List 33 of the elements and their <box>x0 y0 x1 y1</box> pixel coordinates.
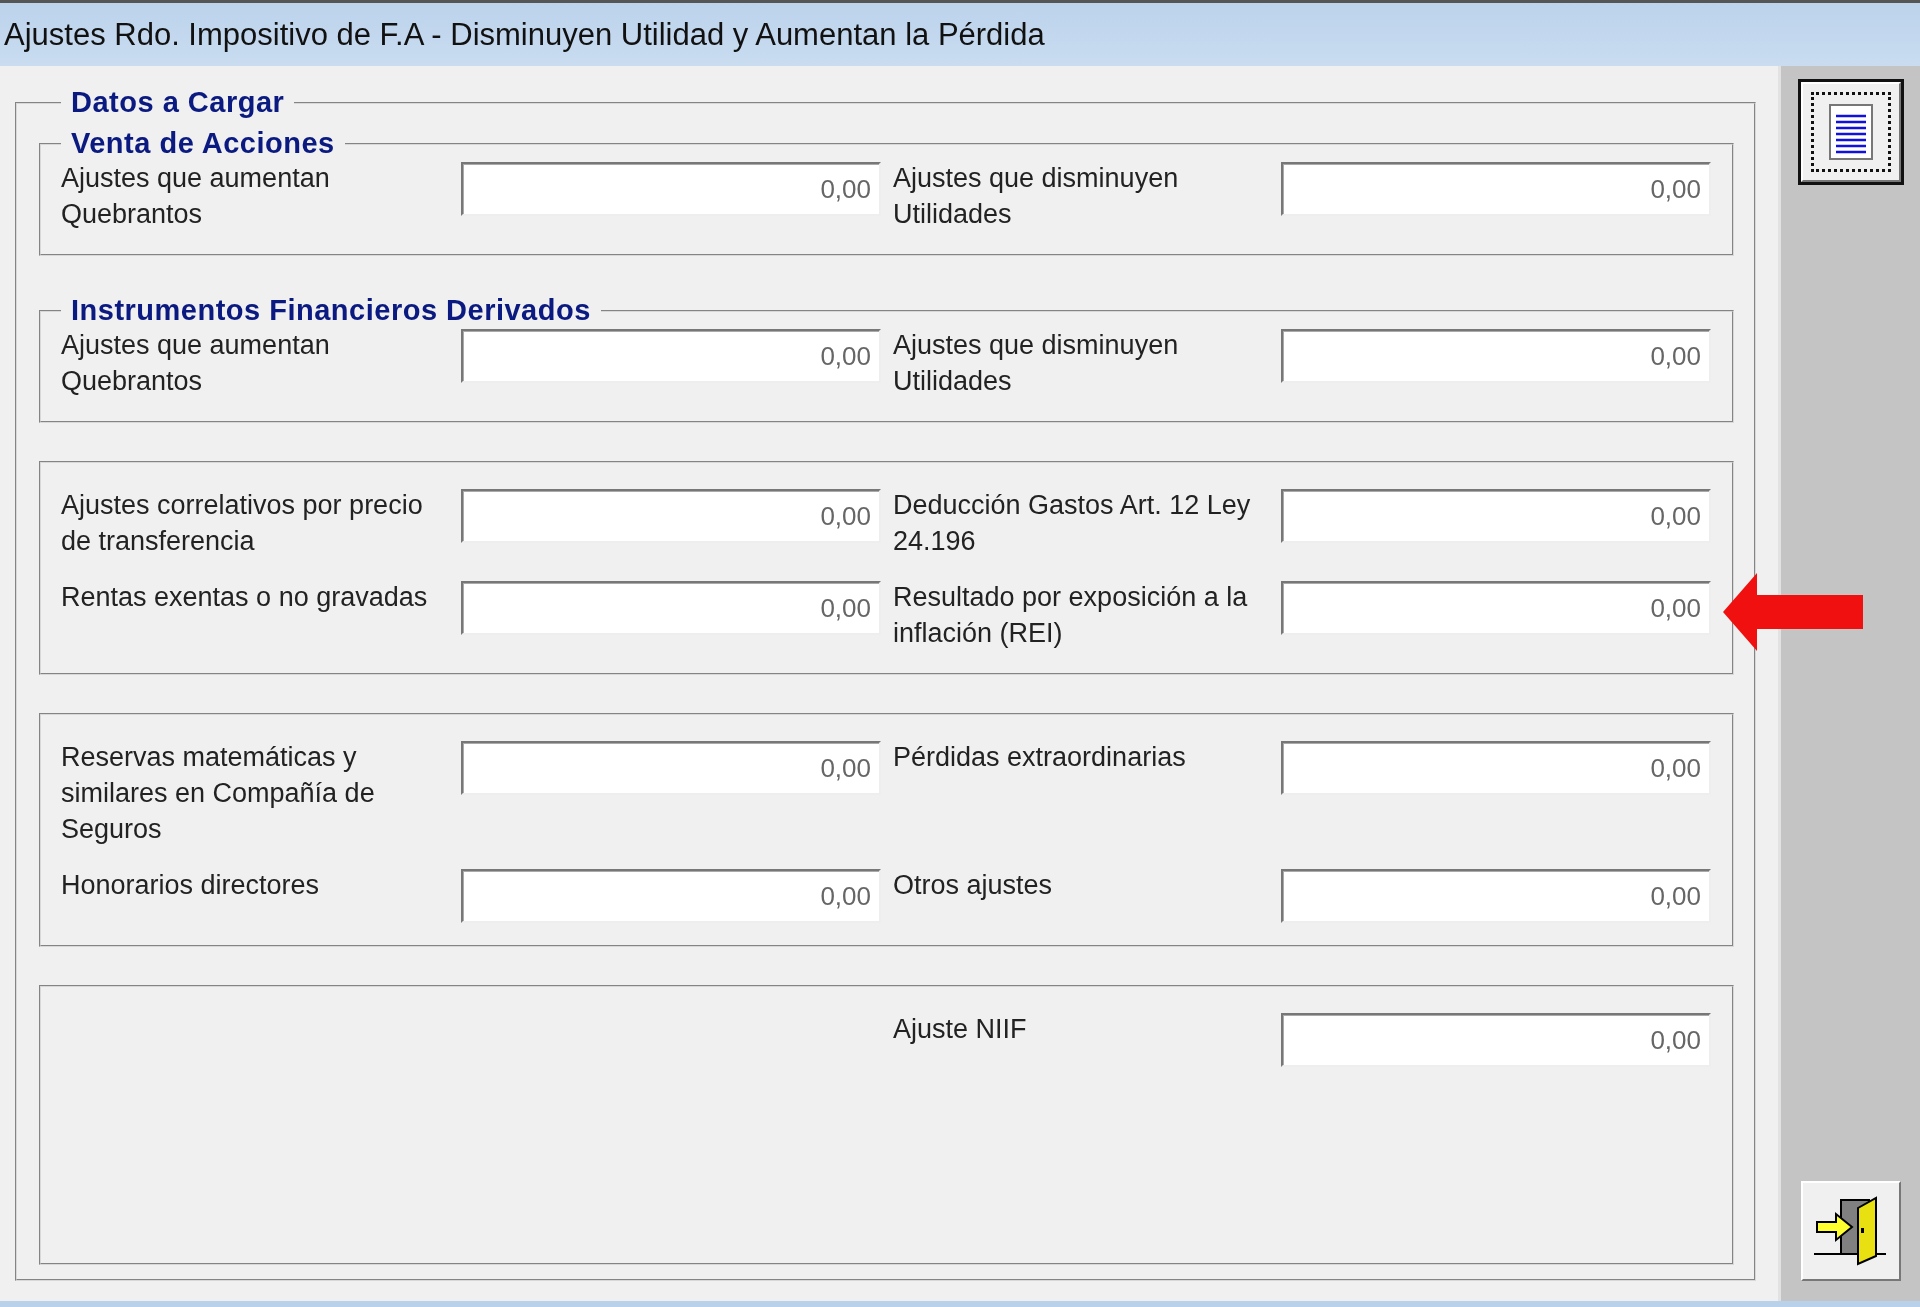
section-title: Instrumentos Financieros Derivados <box>70 294 592 327</box>
input-field[interactable]: 0,00 <box>1281 869 1711 923</box>
field-label: Ajustes correlativos por precio de transferencia <box>61 489 424 558</box>
window-title: Ajustes Rdo. Impositivo de F.A - Disminuyen Utilidad y Aumentan la Pérdida <box>4 16 1045 53</box>
field-label: Deducción Gastos Art. 12 Ley 24.196 <box>892 489 1252 558</box>
input-field[interactable]: 0,00 <box>1281 741 1711 795</box>
field-label: Ajuste NIIF <box>892 1013 1028 1046</box>
exit-door-icon <box>1813 1196 1888 1266</box>
input-field[interactable]: 0,00 <box>461 741 881 795</box>
field-label: Ajustes que disminuyen Utilidades <box>892 329 1180 398</box>
input-field[interactable]: 0,00 <box>461 162 881 216</box>
section-title: Datos a Cargar <box>70 86 286 119</box>
report-button[interactable] <box>1800 82 1901 182</box>
input-field[interactable]: 0,00 <box>461 869 881 923</box>
exit-button[interactable] <box>1800 1181 1901 1281</box>
input-field[interactable]: 0,00 <box>1281 162 1711 216</box>
field-label: Ajustes que aumentan Quebrantos <box>61 329 331 398</box>
section-title: Venta de Acciones <box>70 127 336 160</box>
field-label: Reservas matemáticas y similares en Compañía de Seguros <box>61 741 376 846</box>
field-label: Otros ajustes <box>892 869 1054 902</box>
field-label: Ajustes que disminuyen Utilidades <box>892 162 1180 231</box>
input-field[interactable]: 0,00 <box>1281 329 1711 383</box>
input-field[interactable]: 0,00 <box>461 489 881 543</box>
input-field[interactable]: 0,00 <box>1281 489 1711 543</box>
input-field[interactable]: 0,00 <box>1281 1013 1711 1067</box>
field-label: Rentas exentas o no gravadas <box>61 581 429 614</box>
field-label: Ajustes que aumentan Quebrantos <box>61 162 331 231</box>
field-label: Honorarios directores <box>61 869 321 902</box>
document-icon <box>1828 104 1873 160</box>
input-field[interactable]: 0,00 <box>461 581 881 635</box>
field-label: Pérdidas extraordinarias <box>892 741 1187 774</box>
input-field[interactable]: 0,00 <box>461 329 881 383</box>
field-label: Resultado por exposición a la inflación (REI) <box>892 581 1249 650</box>
